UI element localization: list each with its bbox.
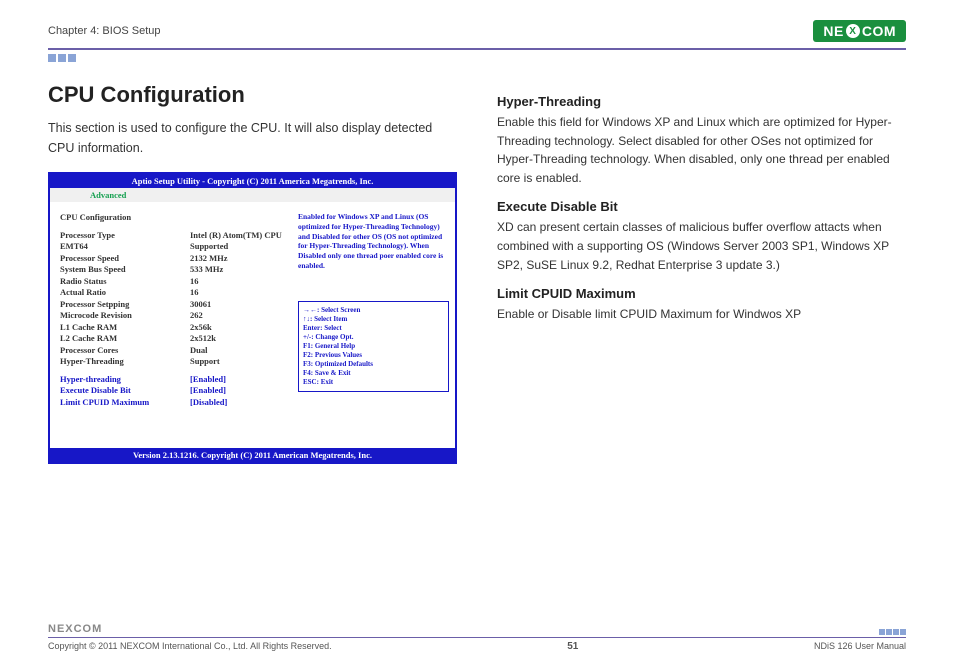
bios-key-hint: Enter: Select — [303, 324, 444, 333]
section-body: Enable this field for Windows XP and Lin… — [497, 113, 906, 187]
bios-row-value: 16 — [190, 287, 290, 298]
bios-row-label: Actual Ratio — [60, 287, 190, 298]
manual-name: NDiS 126 User Manual — [814, 641, 906, 652]
bios-key-hint: ↑↓: Select Item — [303, 315, 444, 324]
bios-row-value: Dual — [190, 345, 290, 356]
bios-row-label: Processor Type — [60, 230, 190, 241]
bios-option-value: [Enabled] — [190, 385, 290, 396]
header-divider — [48, 48, 906, 50]
page-title: CPU Configuration — [48, 82, 457, 108]
bios-row-label: L1 Cache RAM — [60, 322, 190, 333]
nexcom-logo: NE X COM — [813, 20, 906, 42]
bios-option-label: Hyper-threading — [60, 374, 190, 385]
bios-option-label: Execute Disable Bit — [60, 385, 190, 396]
bios-tab-bar: Advanced — [50, 188, 455, 202]
bios-row-value: 16 — [190, 276, 290, 287]
bios-row-label: Microcode Revision — [60, 310, 190, 321]
bios-key-hint: F1: General Help — [303, 342, 444, 351]
bios-key-hint: →←: Select Screen — [303, 306, 444, 315]
bios-key-hint: F3: Optimized Defaults — [303, 360, 444, 369]
bios-help-text: Enabled for Windows XP and Linux (OS opt… — [298, 212, 449, 271]
bios-key-hint: F4: Save & Exit — [303, 369, 444, 378]
bios-row-value: Intel (R) Atom(TM) CPU — [190, 230, 290, 241]
bios-footer-bar: Version 2.13.1216. Copyright (C) 2011 Am… — [50, 448, 455, 462]
bios-key-hint: +/-: Change Opt. — [303, 333, 444, 342]
intro-text: This section is used to configure the CP… — [48, 118, 457, 158]
decorative-squares — [48, 54, 906, 62]
chapter-label: Chapter 4: BIOS Setup — [48, 25, 161, 37]
bios-row-label: Processor Cores — [60, 345, 190, 356]
bios-row-label: Radio Status — [60, 276, 190, 287]
bios-row-label: Hyper-Threading — [60, 356, 190, 367]
section-heading: Execute Disable Bit — [497, 199, 906, 214]
bios-row-value: 2x56k — [190, 322, 290, 333]
bios-row-value: 30061 — [190, 299, 290, 310]
bios-tab-advanced: Advanced — [90, 190, 126, 200]
bios-row-value: Supported — [190, 241, 290, 252]
bios-row-value: 533 MHz — [190, 264, 290, 275]
bios-title-bar: Aptio Setup Utility - Copyright (C) 2011… — [50, 174, 455, 188]
bios-screenshot: Aptio Setup Utility - Copyright (C) 2011… — [48, 172, 457, 464]
bios-row-label: EMT64 — [60, 241, 190, 252]
bios-key-hint: ESC: Exit — [303, 378, 444, 387]
bios-option-value: [Disabled] — [190, 397, 290, 408]
bios-row-label: System Bus Speed — [60, 264, 190, 275]
bios-section-heading: CPU Configuration — [60, 212, 190, 222]
bios-option-label: Limit CPUID Maximum — [60, 397, 190, 408]
bios-key-legend: →←: Select Screen↑↓: Select ItemEnter: S… — [298, 301, 449, 393]
bios-row-label: L2 Cache RAM — [60, 333, 190, 344]
left-column: CPU Configuration This section is used t… — [48, 82, 457, 464]
section-body: Enable or Disable limit CPUID Maximum fo… — [497, 305, 906, 324]
section-heading: Hyper-Threading — [497, 94, 906, 109]
footer-decorative-dots — [879, 629, 906, 635]
bios-row-value: 262 — [190, 310, 290, 321]
page-number: 51 — [567, 641, 578, 652]
footer-logo: NEXCOM — [48, 623, 102, 635]
bios-option-value: [Enabled] — [190, 374, 290, 385]
copyright-text: Copyright © 2011 NEXCOM International Co… — [48, 641, 332, 652]
right-column: Hyper-Threading Enable this field for Win… — [497, 82, 906, 464]
bios-row-value: Support — [190, 356, 290, 367]
bios-row-value: 2132 MHz — [190, 253, 290, 264]
bios-key-hint: F2: Previous Values — [303, 351, 444, 360]
bios-row-label: Processor Setpping — [60, 299, 190, 310]
page-header: Chapter 4: BIOS Setup NE X COM — [48, 20, 906, 48]
bios-row-value: 2x512k — [190, 333, 290, 344]
page-footer: NEXCOM Copyright © 2011 NEXCOM Internati… — [48, 623, 906, 652]
section-heading: Limit CPUID Maximum — [497, 286, 906, 301]
bios-row-label: Processor Speed — [60, 253, 190, 264]
section-body: XD can present certain classes of malici… — [497, 218, 906, 274]
